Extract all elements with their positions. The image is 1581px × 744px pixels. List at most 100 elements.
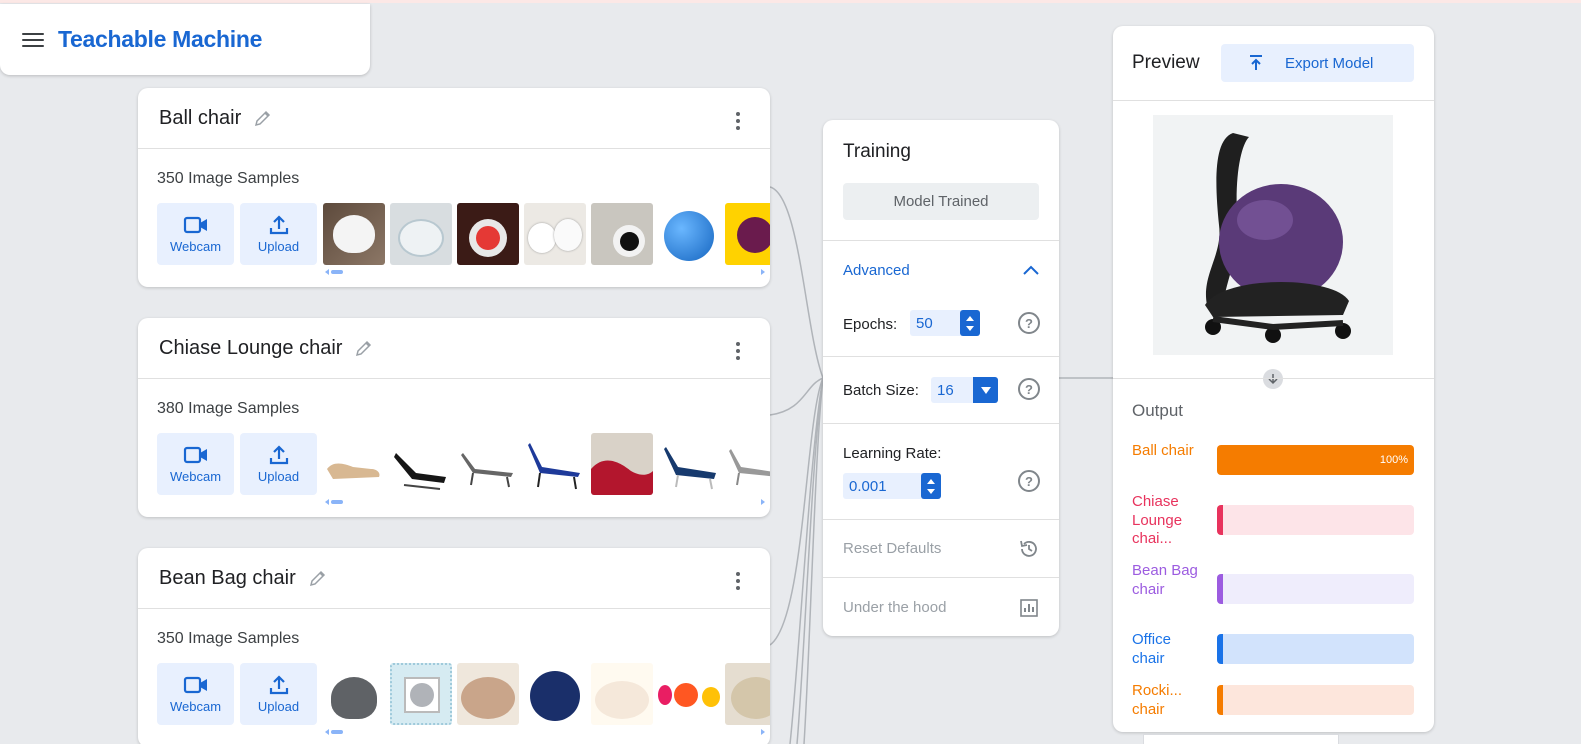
samples-count: 350 Image Samples <box>157 630 300 647</box>
webcam-label: Webcam <box>169 699 222 714</box>
advanced-label[interactable]: Advanced <box>843 262 910 279</box>
sample-thumbnails <box>323 203 770 265</box>
sample-thumbnail[interactable] <box>658 663 720 725</box>
upload-button[interactable]: Upload <box>240 433 317 495</box>
learning-rate-input[interactable]: 0.001 <box>843 473 941 499</box>
sample-thumbnail[interactable] <box>390 433 452 495</box>
webcam-icon <box>183 676 207 694</box>
sample-scrollbar[interactable] <box>325 728 765 736</box>
divider <box>1113 100 1434 101</box>
sample-thumbnail[interactable] <box>658 203 720 265</box>
sample-thumbnail[interactable] <box>323 433 385 495</box>
more-options-icon[interactable] <box>732 112 744 130</box>
class-name[interactable]: Chiase Lounge chair <box>159 337 342 360</box>
upload-button[interactable]: Upload <box>240 663 317 725</box>
learning-rate-stepper[interactable] <box>921 473 941 499</box>
sample-thumbnail[interactable] <box>390 203 452 265</box>
train-model-button[interactable]: Model Trained <box>843 183 1039 220</box>
more-options-icon[interactable] <box>732 572 744 590</box>
upload-button[interactable]: Upload <box>240 203 317 265</box>
class-card-bean-bag-chair: Bean Bag chair 350 Image Samples Webcam … <box>138 548 770 744</box>
confidence-bar <box>1217 505 1414 535</box>
sample-thumbnail[interactable] <box>457 433 519 495</box>
sample-row: Webcam Upload <box>157 433 770 495</box>
bar-chart-icon[interactable] <box>1018 597 1040 619</box>
sample-row: Webcam Upload <box>157 203 770 265</box>
edit-pencil-icon[interactable] <box>354 338 374 358</box>
batch-size-help-icon[interactable]: ? <box>1018 378 1040 400</box>
ball-chair-image <box>1205 133 1351 343</box>
webcam-button[interactable]: Webcam <box>157 203 234 265</box>
webcam-label: Webcam <box>169 469 222 484</box>
export-model-label: Export Model <box>1285 54 1374 72</box>
sample-thumbnail[interactable] <box>323 663 385 725</box>
samples-count: 380 Image Samples <box>157 400 300 417</box>
edit-pencil-icon[interactable] <box>308 568 328 588</box>
divider <box>823 519 1059 520</box>
sample-scrollbar[interactable] <box>325 268 765 276</box>
webcam-icon <box>183 446 207 464</box>
sample-thumbnail[interactable] <box>591 203 653 265</box>
sample-row: Webcam Upload <box>157 663 770 725</box>
output-label: Bean Bag chair <box>1132 562 1198 598</box>
webcam-button[interactable]: Webcam <box>157 663 234 725</box>
sample-thumbnail[interactable] <box>658 433 720 495</box>
webcam-button[interactable]: Webcam <box>157 433 234 495</box>
batch-size-select[interactable]: 16 <box>931 377 998 403</box>
sample-thumbnail[interactable] <box>725 433 770 495</box>
class-name[interactable]: Bean Bag chair <box>159 567 296 590</box>
confidence-bar <box>1217 574 1414 604</box>
divider <box>823 577 1059 578</box>
sample-thumbnail[interactable] <box>524 433 586 495</box>
sample-thumbnail[interactable] <box>725 203 770 265</box>
more-options-icon[interactable] <box>732 342 744 360</box>
upload-label: Upload <box>257 239 300 254</box>
confidence-fill: 100% <box>1217 445 1414 475</box>
sample-thumbnail[interactable] <box>524 663 586 725</box>
reset-defaults-button[interactable]: Reset Defaults <box>843 540 941 557</box>
sample-thumbnail[interactable] <box>591 433 653 495</box>
output-label: Rocki... chair <box>1132 682 1183 718</box>
batch-size-value: 16 <box>937 381 954 399</box>
hamburger-menu-icon[interactable] <box>22 31 44 49</box>
training-title: Training <box>843 141 911 162</box>
confidence-fill <box>1217 634 1223 664</box>
output-label: Office chair <box>1132 631 1171 667</box>
upload-label: Upload <box>257 469 300 484</box>
sample-thumbnail[interactable] <box>591 663 653 725</box>
preview-panel: Preview Export Model Output Ball chair 1… <box>1113 26 1434 732</box>
learning-rate-help-icon[interactable]: ? <box>1018 470 1040 492</box>
confidence-fill <box>1217 574 1223 604</box>
sample-thumbnail[interactable] <box>457 203 519 265</box>
divider <box>823 423 1059 424</box>
sample-thumbnail[interactable] <box>390 663 452 725</box>
webcam-label: Webcam <box>169 239 222 254</box>
learning-rate-value: 0.001 <box>849 477 887 495</box>
epochs-help-icon[interactable]: ? <box>1018 312 1040 334</box>
chevron-down-icon[interactable] <box>973 377 998 403</box>
sample-scrollbar[interactable] <box>325 498 765 506</box>
under-the-hood-button[interactable]: Under the hood <box>843 599 946 616</box>
edit-pencil-icon[interactable] <box>253 108 273 128</box>
chevron-up-icon[interactable] <box>1021 263 1041 277</box>
class-card-ball-chair: Ball chair 350 Image Samples Webcam Uplo… <box>138 88 770 287</box>
app-title[interactable]: Teachable Machine <box>58 26 262 53</box>
sample-thumbnail[interactable] <box>524 203 586 265</box>
class-card-lounge-chair: Chiase Lounge chair 380 Image Samples We… <box>138 318 770 517</box>
advanced-toggle-row[interactable]: Advanced <box>823 240 1059 300</box>
webcam-icon <box>183 216 207 234</box>
upload-icon <box>269 215 288 235</box>
history-icon[interactable] <box>1018 538 1040 560</box>
output-title: Output <box>1132 401 1184 420</box>
epochs-input[interactable]: 50 <box>910 310 980 336</box>
upload-icon <box>269 675 288 695</box>
sample-thumbnail[interactable] <box>725 663 770 725</box>
export-model-button[interactable]: Export Model <box>1221 44 1414 82</box>
sample-thumbnail[interactable] <box>457 663 519 725</box>
arrow-down-icon <box>1263 369 1283 389</box>
class-header: Ball chair <box>138 88 770 149</box>
divider <box>1113 378 1434 379</box>
sample-thumbnail[interactable] <box>323 203 385 265</box>
class-name[interactable]: Ball chair <box>159 107 241 130</box>
epochs-stepper[interactable] <box>960 310 980 336</box>
